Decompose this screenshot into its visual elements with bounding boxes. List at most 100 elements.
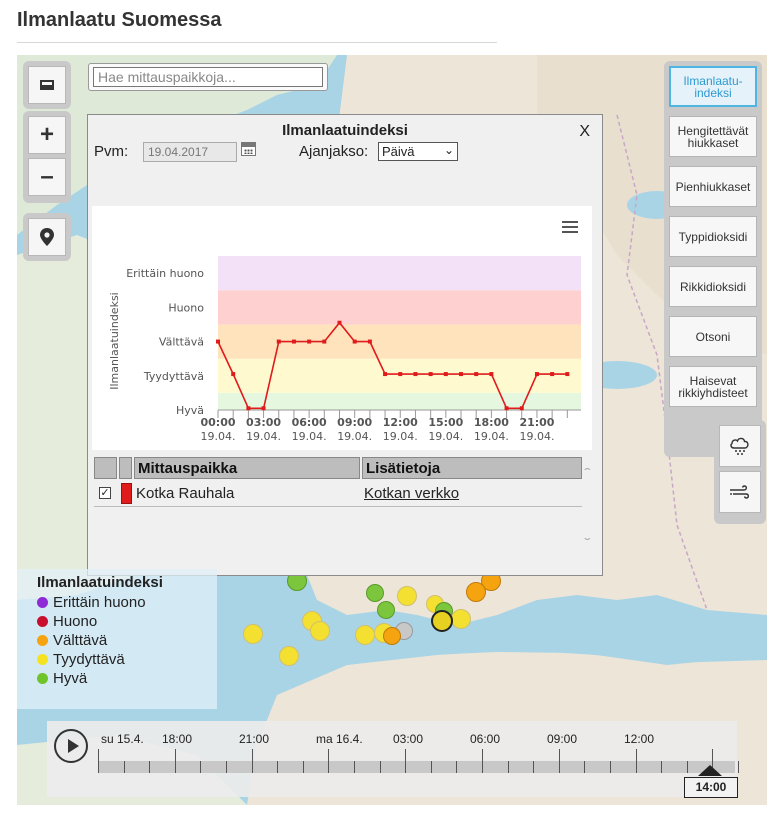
station-marker[interactable] xyxy=(310,621,330,641)
station-marker[interactable] xyxy=(466,582,486,602)
station-name: Kotka Rauhala xyxy=(136,485,235,502)
search-input[interactable] xyxy=(93,67,323,87)
fullscreen-icon xyxy=(40,80,54,90)
chart-band xyxy=(218,324,581,359)
x-tick-label: 03:00 xyxy=(246,416,281,429)
layer-panel: Ilmanlaatu-indeksi Hengitettävät hiukkas… xyxy=(664,61,762,457)
y-tick-label: Välttävä xyxy=(159,336,204,349)
timeline-current-time: 14:00 xyxy=(684,777,738,798)
chart-menu-icon[interactable] xyxy=(562,221,578,235)
y-tick-label: Tyydyttävä xyxy=(143,370,204,383)
timeline-tick xyxy=(379,761,381,773)
layer-ilmanlaatuindeksi[interactable]: Ilmanlaatu-indeksi xyxy=(669,66,757,107)
station-marker[interactable] xyxy=(243,624,263,644)
period-select[interactable]: Päivä ⌄ xyxy=(378,142,458,161)
timeline-tick xyxy=(533,761,535,773)
layer-pienhiukkaset[interactable]: Pienhiukkaset xyxy=(669,166,757,207)
series-color-swatch xyxy=(121,483,132,504)
timeline-tick xyxy=(610,761,611,773)
layer-typpidioksidi[interactable]: Typpidioksidi xyxy=(669,216,757,257)
data-point xyxy=(443,372,448,377)
layer-haisevat-rikkiyhdisteet[interactable]: Haisevat rikkiyhdisteet xyxy=(669,366,757,407)
data-point xyxy=(291,339,296,344)
data-point xyxy=(550,372,555,377)
timeline-tick xyxy=(123,761,125,773)
station-marker[interactable] xyxy=(397,586,417,606)
station-marker-selected[interactable] xyxy=(431,610,453,632)
date-label: Pvm: xyxy=(94,143,129,160)
locate-button[interactable] xyxy=(28,218,66,256)
timeline-tick xyxy=(200,761,202,773)
data-point xyxy=(307,339,312,344)
map-marker-icon xyxy=(40,228,54,246)
layer-otsoni[interactable]: Otsoni xyxy=(669,316,757,357)
data-point xyxy=(367,339,372,344)
timeline-tick xyxy=(584,761,586,773)
timeline-tick xyxy=(302,761,304,773)
data-point xyxy=(459,372,464,377)
fullscreen-button[interactable] xyxy=(28,66,66,104)
x-tick-label: 18:00 xyxy=(474,416,509,429)
close-button[interactable]: X xyxy=(579,123,590,141)
data-point xyxy=(398,372,403,377)
timeline-track[interactable] xyxy=(98,761,735,773)
timeline-tick xyxy=(635,749,637,773)
x-tick-date: 19.04. xyxy=(428,430,463,443)
date-field[interactable]: 19.04.2017 xyxy=(143,142,237,162)
zoom-in-button[interactable]: + xyxy=(28,116,66,154)
period-select-value: Päivä xyxy=(382,144,415,159)
data-point xyxy=(519,406,524,411)
x-tick-label: 00:00 xyxy=(200,416,235,429)
timeline-tick xyxy=(174,749,176,773)
data-point xyxy=(216,339,220,344)
legend-label: Erittäin huono xyxy=(53,594,146,611)
chart-band xyxy=(218,290,581,325)
zoom-out-button[interactable]: – xyxy=(28,158,66,196)
x-tick-date: 19.04. xyxy=(474,430,509,443)
station-marker[interactable] xyxy=(451,609,471,629)
calendar-icon[interactable] xyxy=(241,142,256,156)
scroll-down-icon[interactable]: ˇ xyxy=(584,535,591,551)
timeline: su 15.4. 18:00 21:00 ma 16.4. 03:00 06:00 09:0… xyxy=(47,721,739,798)
station-marker[interactable] xyxy=(377,601,395,619)
weather-panel xyxy=(714,420,766,524)
index-chart: HyväTyydyttäväVälttäväHuonoErittäin huon… xyxy=(108,256,581,443)
timeline-label: 09:00 xyxy=(547,732,578,746)
chart-area: Hyvä Tyydyttävä Välttävä Huono Erittäin huon… xyxy=(92,206,592,450)
timeline-label: 06:00 xyxy=(470,732,501,746)
timeline-tick xyxy=(686,761,688,773)
timeline-label: 12:00 xyxy=(624,732,655,746)
map[interactable]: + – Ilmanlaatu-indeksi Hengitettävät hiu… xyxy=(17,55,767,805)
color-column-header xyxy=(119,457,132,479)
network-link[interactable]: Kotkan verkko xyxy=(364,485,459,502)
layer-hengitettavat-hiukkaset[interactable]: Hengitettävät hiukkaset xyxy=(669,116,757,157)
data-point xyxy=(383,372,388,377)
legend-title: Ilmanlaatuindeksi xyxy=(37,574,163,591)
play-button[interactable] xyxy=(54,729,88,763)
station-checkbox[interactable]: ✓ xyxy=(99,487,111,499)
y-tick-label: Erittäin huono xyxy=(126,267,204,280)
rain-button[interactable] xyxy=(719,425,761,467)
wind-icon xyxy=(730,485,750,499)
timeline-tick xyxy=(277,761,279,773)
x-tick-label: 21:00 xyxy=(519,416,554,429)
table-row: ✓ Kotka Rauhala Kotkan verkko xyxy=(94,482,582,507)
locate-control xyxy=(23,213,71,261)
legend-item: Välttävä xyxy=(37,631,217,650)
timeline-handle[interactable] xyxy=(698,765,722,776)
timeline-tick xyxy=(405,749,407,773)
select-column-header xyxy=(94,457,117,479)
wind-button[interactable] xyxy=(719,471,761,513)
rain-cloud-icon xyxy=(730,437,749,455)
legend-dot xyxy=(37,597,48,608)
station-marker[interactable] xyxy=(383,627,401,645)
scroll-up-icon[interactable]: ˆ xyxy=(584,465,591,481)
station-marker[interactable] xyxy=(279,646,299,666)
layer-rikkidioksidi[interactable]: Rikkidioksidi xyxy=(669,266,757,307)
station-marker[interactable] xyxy=(366,584,384,602)
station-marker[interactable] xyxy=(355,625,375,645)
timeline-tick xyxy=(430,761,432,773)
chart-band xyxy=(218,256,581,291)
legend-dot xyxy=(37,654,48,665)
data-point xyxy=(231,372,236,377)
